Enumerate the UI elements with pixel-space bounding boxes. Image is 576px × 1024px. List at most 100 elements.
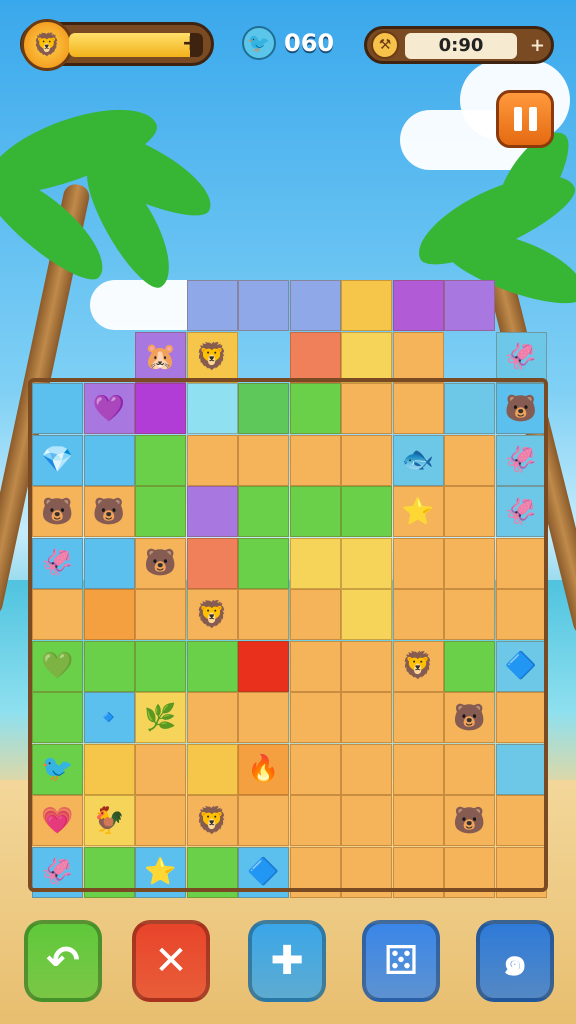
board-tile[interactable] (186, 692, 238, 743)
board-tile[interactable] (341, 589, 392, 640)
board-tile[interactable]: 🐦 (32, 743, 83, 795)
board-tile[interactable] (392, 280, 444, 331)
board-tile[interactable] (238, 692, 289, 743)
board-tile[interactable]: 🐻 (83, 486, 135, 537)
board-tile[interactable]: 🦁 (392, 640, 444, 692)
board-tile[interactable] (186, 537, 238, 589)
board-tile[interactable] (186, 640, 238, 692)
board-tile[interactable] (186, 743, 238, 795)
board-tile[interactable] (392, 589, 444, 640)
board-tile[interactable] (186, 486, 238, 537)
board-tile[interactable] (135, 486, 186, 537)
board-tile[interactable] (289, 434, 341, 486)
board-tile[interactable]: 🦁 (186, 331, 238, 383)
board-tile[interactable]: 💚 (32, 640, 83, 692)
board-tile[interactable] (392, 743, 444, 795)
board-tile[interactable] (341, 692, 392, 743)
board-tile[interactable] (238, 537, 289, 589)
board-tile[interactable] (341, 331, 392, 383)
board-tile[interactable] (444, 640, 495, 692)
board-tile[interactable]: 🦑 (495, 434, 547, 486)
board-tile[interactable] (341, 640, 392, 692)
board-tile[interactable] (495, 692, 547, 743)
board-tile[interactable]: ⭐ (392, 486, 444, 537)
board-tile[interactable] (238, 383, 289, 434)
board-tile[interactable] (392, 537, 444, 589)
board-tile[interactable]: 🦑 (32, 537, 83, 589)
board-tile[interactable] (238, 486, 289, 537)
board-tile[interactable] (341, 434, 392, 486)
board-tile[interactable] (495, 743, 547, 795)
board-tile[interactable] (392, 331, 444, 383)
shuffle-button[interactable]: ⚄ (362, 920, 440, 1002)
board-tile[interactable]: 🦑 (495, 486, 547, 537)
hammer-button[interactable]: ✚ (248, 920, 326, 1002)
board-tile[interactable]: ⭐ (135, 846, 186, 898)
board-tile[interactable] (289, 692, 341, 743)
board-tile[interactable] (32, 383, 83, 434)
board-tile[interactable] (186, 846, 238, 898)
board-tile[interactable] (289, 795, 341, 846)
board-tile[interactable] (289, 486, 341, 537)
board-tile[interactable]: 🐻 (444, 795, 495, 846)
board-tile[interactable] (495, 537, 547, 589)
board-tile[interactable] (135, 434, 186, 486)
board-tile[interactable] (83, 640, 135, 692)
board-tile[interactable] (444, 383, 495, 434)
board-tile[interactable]: 💎 (32, 434, 83, 486)
board-tile[interactable]: 🐟 (392, 434, 444, 486)
board-tile[interactable] (444, 280, 495, 331)
board-tile[interactable]: 🔹 (83, 692, 135, 743)
board-tile[interactable] (289, 743, 341, 795)
board-tile[interactable] (83, 846, 135, 898)
board-tile[interactable] (392, 383, 444, 434)
board-tile[interactable]: 🦑 (32, 846, 83, 898)
board-tile[interactable] (495, 846, 547, 898)
board-tile[interactable] (289, 589, 341, 640)
board-tile[interactable] (289, 537, 341, 589)
board-tile[interactable] (83, 434, 135, 486)
board-tile[interactable] (32, 589, 83, 640)
board-tile[interactable] (341, 537, 392, 589)
board-tile[interactable] (135, 640, 186, 692)
board-tile[interactable] (444, 589, 495, 640)
board-tile[interactable] (238, 640, 289, 692)
board-tile[interactable]: 🔷 (238, 846, 289, 898)
board-tile[interactable]: 🌿 (135, 692, 186, 743)
board-tile[interactable] (289, 383, 341, 434)
board-tile[interactable]: 🐓 (83, 795, 135, 846)
board-tile[interactable] (83, 743, 135, 795)
board-tile[interactable] (289, 846, 341, 898)
board-tile[interactable] (341, 486, 392, 537)
board-tile[interactable] (392, 692, 444, 743)
board-tile[interactable]: 🐻 (32, 486, 83, 537)
board-tile[interactable] (238, 434, 289, 486)
board-tile[interactable]: 🔥 (238, 743, 289, 795)
board-tile[interactable]: 🐹 (135, 331, 186, 383)
board-tile[interactable] (289, 640, 341, 692)
board-tile[interactable] (495, 589, 547, 640)
board-tile[interactable] (392, 795, 444, 846)
board-tile[interactable] (289, 331, 341, 383)
board-tile[interactable] (341, 383, 392, 434)
board-tile[interactable]: 🦁 (186, 589, 238, 640)
board-tile[interactable] (444, 743, 495, 795)
board-tile[interactable]: 🔷 (495, 640, 547, 692)
board-tile[interactable] (238, 280, 289, 331)
board-tile[interactable] (495, 795, 547, 846)
board-tile[interactable] (341, 846, 392, 898)
board-tile[interactable] (238, 795, 289, 846)
board-tile[interactable]: 💗 (32, 795, 83, 846)
board-tile[interactable] (186, 383, 238, 434)
board-tile[interactable] (135, 589, 186, 640)
board-tile[interactable]: 🦁 (186, 795, 238, 846)
hint-button[interactable]: ๑ (476, 920, 554, 1002)
board-tile[interactable] (32, 692, 83, 743)
board-tile[interactable]: 🐻 (135, 537, 186, 589)
board-tile[interactable]: 🐻 (495, 383, 547, 434)
board-tile[interactable] (83, 537, 135, 589)
board-tile[interactable]: 🐻 (444, 692, 495, 743)
board-tile[interactable] (444, 486, 495, 537)
board-tile[interactable] (83, 589, 135, 640)
board-tile[interactable] (392, 846, 444, 898)
